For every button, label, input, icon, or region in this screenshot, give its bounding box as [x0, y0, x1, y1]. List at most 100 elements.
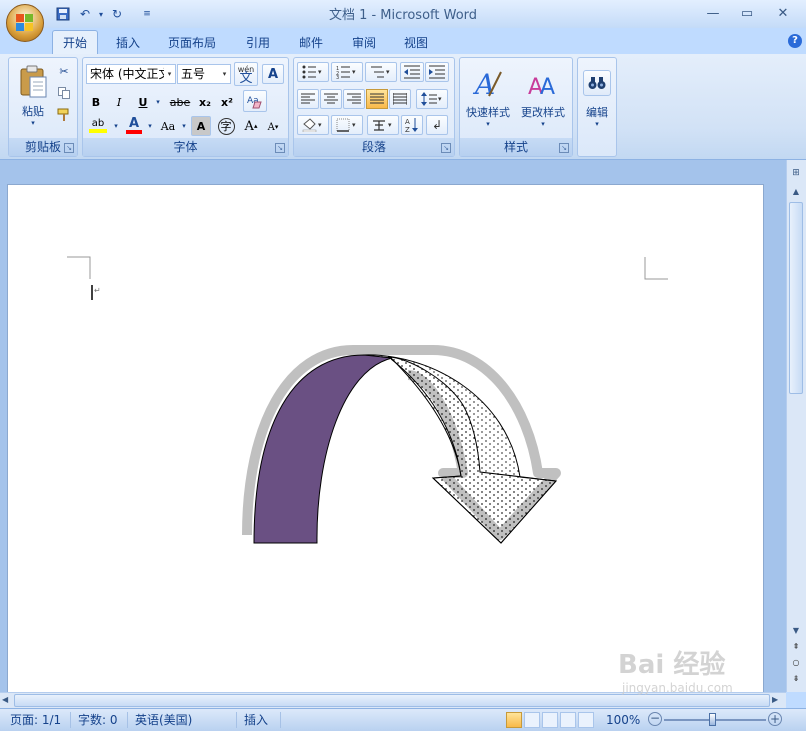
- font-color-swatch: [126, 130, 142, 134]
- tab-home[interactable]: 开始: [52, 30, 99, 54]
- paragraph-mark-icon: ↵: [94, 286, 101, 295]
- full-screen-reading-icon[interactable]: [524, 712, 540, 728]
- numbering-button[interactable]: 1 2 3 ▾: [331, 62, 363, 82]
- maximize-button[interactable]: ▭: [734, 3, 760, 23]
- scroll-left-icon[interactable]: ◀: [2, 695, 12, 707]
- line-spacing-button[interactable]: ▾: [416, 89, 448, 109]
- char-border-button[interactable]: A: [262, 64, 284, 84]
- numbering-icon: 123▾: [336, 66, 356, 79]
- status-page[interactable]: 页面: 1/1: [10, 712, 61, 728]
- enclose-char-button[interactable]: 字: [215, 116, 237, 136]
- vertical-scroll-thumb[interactable]: [789, 202, 803, 394]
- underline-dropdown-icon[interactable]: ▾: [153, 92, 163, 112]
- ribbon: 粘贴 ▾ ✂ 剪贴板 ↘ 宋体 (中文正文) ▾ 五号 ▾ wén 文 A B …: [0, 54, 806, 160]
- strikethrough-button[interactable]: abe: [167, 92, 193, 112]
- format-painter-icon[interactable]: [55, 106, 73, 124]
- styles-launcher-icon[interactable]: ↘: [559, 143, 569, 153]
- tab-review[interactable]: 审阅: [342, 30, 386, 54]
- clear-format-icon[interactable]: Aa: [243, 90, 267, 112]
- status-word-count[interactable]: 字数: 0: [78, 712, 118, 728]
- next-page-icon[interactable]: ⇟: [790, 674, 802, 686]
- outline-view-icon[interactable]: [560, 712, 576, 728]
- clipboard-launcher-icon[interactable]: ↘: [64, 143, 74, 153]
- tab-page-layout[interactable]: 页面布局: [158, 30, 226, 54]
- status-language[interactable]: 英语(美国): [135, 712, 192, 728]
- borders-button[interactable]: ▾: [331, 115, 363, 135]
- decrease-indent-button[interactable]: [400, 62, 424, 82]
- font-name-combo[interactable]: 宋体 (中文正文) ▾: [86, 64, 176, 84]
- font-color-dropdown-icon[interactable]: ▾: [145, 116, 155, 136]
- shrink-font-button[interactable]: A ▾: [263, 118, 283, 136]
- increase-indent-button[interactable]: [425, 62, 449, 82]
- document-page[interactable]: ↵: [7, 184, 764, 692]
- bold-button[interactable]: B: [86, 92, 106, 112]
- vertical-scrollbar[interactable]: ⊞ ▲ ▼ ⇞ ○ ⇟: [786, 160, 806, 692]
- status-insert-mode[interactable]: 插入: [244, 712, 268, 728]
- align-right-button[interactable]: [343, 89, 365, 109]
- font-name-dropdown-icon[interactable]: ▾: [164, 65, 175, 83]
- font-color-button[interactable]: A: [123, 116, 145, 136]
- tab-references[interactable]: 引用: [236, 30, 280, 54]
- previous-page-icon[interactable]: ⇞: [790, 642, 802, 654]
- line-spacing-icon: ▾: [421, 92, 442, 106]
- close-button[interactable]: ✕: [770, 3, 796, 23]
- zoom-out-icon[interactable]: −: [648, 712, 662, 726]
- margin-mark-top-left: [67, 256, 91, 279]
- ruler-toggle-icon[interactable]: ⊞: [789, 168, 803, 182]
- paragraph-launcher-icon[interactable]: ↘: [441, 143, 451, 153]
- font-size-dropdown-icon[interactable]: ▾: [219, 65, 230, 83]
- italic-button[interactable]: I: [109, 92, 129, 112]
- draft-view-icon[interactable]: [578, 712, 594, 728]
- bullets-button[interactable]: ▾: [297, 62, 329, 82]
- superscript-button[interactable]: x²: [217, 92, 237, 112]
- shading-button[interactable]: ▾: [297, 115, 329, 135]
- browse-object-icon[interactable]: ○: [790, 658, 802, 670]
- font-size-combo[interactable]: 五号 ▾: [177, 64, 231, 84]
- increase-indent-icon: [429, 65, 445, 79]
- office-button[interactable]: [6, 4, 44, 42]
- align-center-button[interactable]: [320, 89, 342, 109]
- zoom-in-icon[interactable]: +: [768, 712, 782, 726]
- tab-mailings[interactable]: 邮件: [289, 30, 333, 54]
- char-shading-button[interactable]: A: [191, 116, 211, 136]
- borders-icon: ▾: [336, 118, 356, 132]
- change-styles-button[interactable]: A A 更改样式 ▾: [516, 60, 570, 134]
- highlight-dropdown-icon[interactable]: ▾: [111, 116, 121, 136]
- chinese-layout-button[interactable]: ▾: [367, 115, 399, 135]
- subscript-button[interactable]: x₂: [195, 92, 215, 112]
- change-case-button[interactable]: Aa: [157, 116, 179, 136]
- scroll-up-icon[interactable]: ▲: [790, 187, 802, 201]
- zoom-slider-thumb[interactable]: [709, 713, 716, 726]
- print-layout-icon[interactable]: [506, 712, 522, 728]
- web-layout-icon[interactable]: [542, 712, 558, 728]
- copy-icon[interactable]: [55, 84, 73, 102]
- font-launcher-icon[interactable]: ↘: [275, 143, 285, 153]
- change-styles-label: 更改样式: [521, 106, 565, 119]
- curved-arrow-shape[interactable]: [242, 345, 561, 544]
- change-case-dropdown-icon[interactable]: ▾: [179, 116, 189, 136]
- phonetic-guide-button[interactable]: wén 文: [234, 62, 258, 86]
- cut-icon[interactable]: ✂: [55, 62, 73, 80]
- distributed-button[interactable]: [389, 89, 411, 109]
- help-icon[interactable]: ?: [788, 34, 802, 48]
- show-marks-icon[interactable]: ↲: [426, 115, 448, 135]
- tab-view[interactable]: 视图: [394, 30, 438, 54]
- justify-button[interactable]: [366, 89, 388, 109]
- font-name-value: 宋体 (中文正文): [90, 67, 176, 81]
- sort-button[interactable]: AZ: [401, 115, 423, 135]
- editing-button[interactable]: 编辑 ▾: [581, 62, 613, 136]
- scroll-right-icon[interactable]: ▶: [772, 695, 782, 707]
- quick-styles-button[interactable]: A 快速样式 ▾: [462, 60, 514, 134]
- office-logo-icon: [16, 14, 34, 32]
- tab-insert[interactable]: 插入: [106, 30, 150, 54]
- svg-text:▾: ▾: [318, 68, 322, 76]
- minimize-button[interactable]: —: [700, 3, 726, 23]
- grow-font-button[interactable]: A ▴: [241, 116, 261, 136]
- align-left-button[interactable]: [297, 89, 319, 109]
- underline-button[interactable]: U: [133, 92, 153, 112]
- paste-button[interactable]: 粘贴 ▾: [13, 60, 53, 132]
- zoom-level[interactable]: 100%: [606, 712, 640, 728]
- scroll-down-icon[interactable]: ▼: [790, 626, 802, 640]
- multilevel-list-button[interactable]: ▾: [365, 62, 397, 82]
- highlight-button[interactable]: ab: [86, 116, 110, 136]
